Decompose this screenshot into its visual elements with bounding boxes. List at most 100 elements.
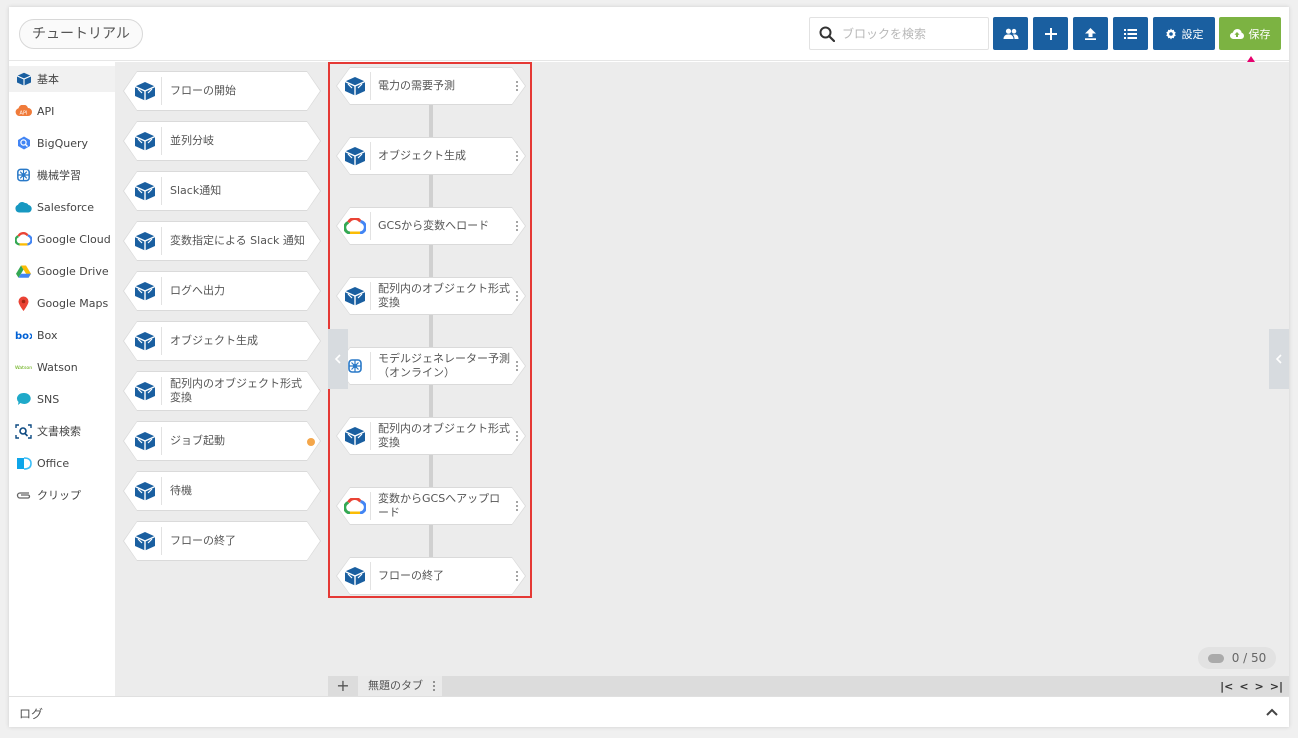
palette-block[interactable]: 変数指定による Slack 通知 [123,221,321,261]
collapse-palette-button[interactable] [328,329,348,389]
watson-icon: Watson [15,360,32,374]
palette-block[interactable]: ログへ出力 [123,271,321,311]
log-title: ログ [19,707,44,721]
category-item[interactable]: 基本 [9,66,115,92]
category-item[interactable]: Google Cloud [9,226,115,252]
block-label: 変数からGCSへアップロード [378,492,501,519]
palette-block[interactable]: 配列内のオブジェクト形式変換 [123,371,321,411]
category-label: Box [37,328,58,342]
add-tab-button[interactable]: + [334,676,352,696]
block-label: モデルジェネレーター予測（オンライン） [378,352,510,379]
palette-block[interactable]: フローの終了 [123,521,321,561]
block-menu-icon[interactable] [515,151,518,161]
cube-icon [343,424,367,448]
block-menu-icon[interactable] [515,221,518,231]
log-panel: ログ [9,696,1289,727]
category-item[interactable]: Google Maps [9,290,115,316]
block-label: 待機 [170,484,192,497]
category-label: Salesforce [37,200,94,214]
flow-title[interactable]: チュートリアル [19,19,143,49]
category-item[interactable]: box Box [9,322,115,348]
flow-block[interactable]: GCSから変数へロード [336,207,526,245]
block-menu-icon[interactable] [515,431,518,441]
map-pin-icon [15,296,32,311]
block-label: オブジェクト生成 [378,149,466,162]
flow-canvas[interactable]: 電力の需要予測 オブジェクト生成 GCSから変数へロード 配列内のオブジェクト形式変換… [328,62,1289,676]
palette-block[interactable]: 並列分岐 [123,121,321,161]
block-menu-icon[interactable] [515,81,518,91]
block-label: フローの開始 [170,84,236,97]
cube-icon [343,144,367,168]
palette-block[interactable]: 待機 [123,471,321,511]
flow-block[interactable]: 配列内のオブジェクト形式変換 [336,277,526,315]
palette-block[interactable]: Slack通知 [123,171,321,211]
category-item[interactable]: API API [9,98,115,124]
flow-block[interactable]: フローの終了 [336,557,526,595]
chevron-up-icon[interactable] [1265,705,1279,719]
block-label: Slack通知 [170,184,222,197]
last-tab-button[interactable]: >| [1270,680,1283,693]
search-box[interactable] [809,17,989,50]
category-item[interactable]: Watson Watson [9,354,115,380]
block-label: 配列内のオブジェクト形式変換 [378,422,510,449]
gear-icon [1165,28,1176,39]
block-menu-icon[interactable] [515,501,518,511]
block-label: 配列内のオブジェクト形式変換 [170,377,302,404]
svg-text:box: box [15,331,32,340]
category-label: 文書検索 [37,425,81,438]
block-label: フローの終了 [378,569,444,582]
flow-block[interactable]: 電力の需要予測 [336,67,526,105]
office-icon [15,456,32,470]
cube-icon [133,229,157,253]
box-icon: box [15,328,32,342]
members-button[interactable] [993,17,1028,50]
tab-untitled[interactable]: 無題のタブ [358,676,442,696]
upload-button[interactable] [1073,17,1108,50]
list-icon [1124,28,1137,39]
block-menu-icon[interactable] [515,361,518,371]
next-tab-button[interactable]: > [1255,680,1264,693]
header: チュートリアル 設定 保存 [9,7,1289,61]
block-menu-icon[interactable] [515,291,518,301]
list-button[interactable] [1113,17,1148,50]
palette-block[interactable]: オブジェクト生成 [123,321,321,361]
flow-connector [429,245,433,277]
category-label: Google Cloud [37,232,111,246]
flow-block[interactable]: オブジェクト生成 [336,137,526,175]
flow-highlight-box: 電力の需要予測 オブジェクト生成 GCSから変数へロード 配列内のオブジェクト形式変換… [328,62,532,598]
upload-icon [1085,27,1096,40]
category-item[interactable]: 機械学習 [9,162,115,188]
cube-icon [133,129,157,153]
flow-block[interactable]: 配列内のオブジェクト形式変換 [336,417,526,455]
block-label: ログへ出力 [170,284,225,297]
category-item[interactable]: BigQuery [9,130,115,156]
tab-menu-icon[interactable] [433,681,436,691]
category-item[interactable]: Office [9,450,115,476]
prev-tab-button[interactable]: < [1239,680,1248,693]
palette-block[interactable]: フローの開始 [123,71,321,111]
settings-button[interactable]: 設定 [1153,17,1215,50]
add-button[interactable] [1033,17,1068,50]
category-item[interactable]: Google Drive [9,258,115,284]
category-item[interactable]: クリップ [9,482,115,508]
search-input[interactable] [842,24,982,44]
category-item[interactable]: Salesforce [9,194,115,220]
block-menu-icon[interactable] [515,571,518,581]
settings-label: 設定 [1181,27,1204,41]
flow-connector [429,385,433,417]
first-tab-button[interactable]: |< [1220,680,1233,693]
block-count: 0 / 50 [1231,651,1267,665]
flow-connector [429,105,433,137]
save-label: 保存 [1248,27,1271,41]
flow-block[interactable]: 変数からGCSへアップロード [336,487,526,525]
category-item[interactable]: SNS [9,386,115,412]
palette-block[interactable]: ジョブ起動 [123,421,321,461]
category-label: 機械学習 [37,169,81,182]
expand-panel-button[interactable] [1269,329,1289,389]
cube-icon [133,329,157,353]
save-button[interactable]: 保存 [1219,17,1281,50]
cube-icon [133,79,157,103]
category-item[interactable]: 文書検索 [9,418,115,444]
toggle-icon[interactable] [1207,653,1224,663]
flow-block[interactable]: モデルジェネレーター予測（オンライン） [336,347,526,385]
